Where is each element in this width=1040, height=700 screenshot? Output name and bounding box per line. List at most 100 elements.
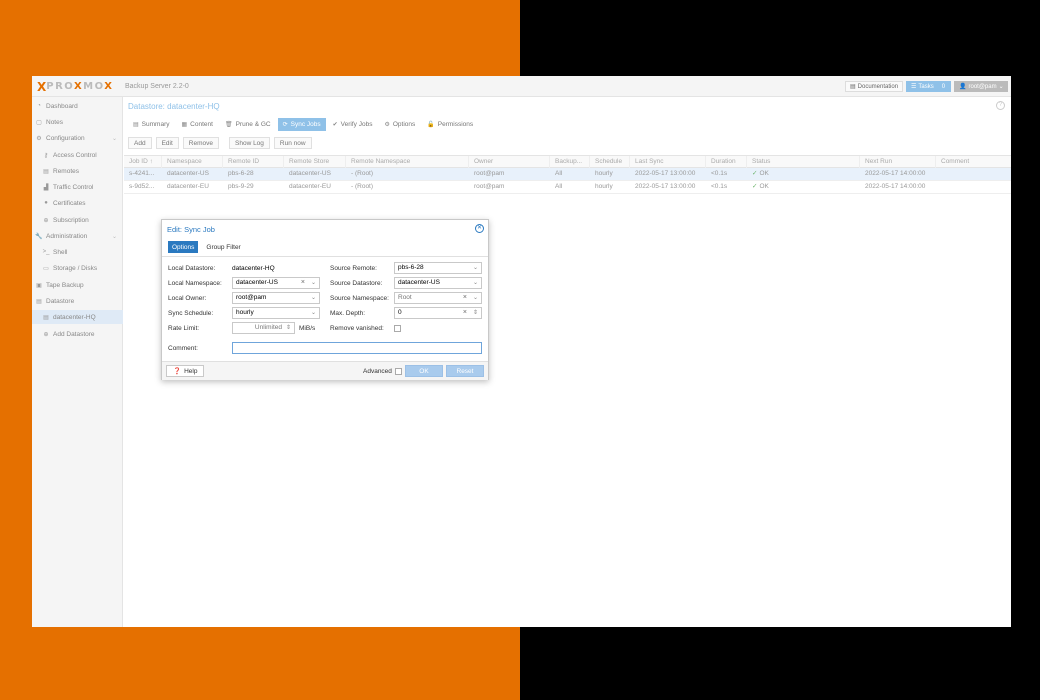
tab-options[interactable]: ⚙ Options	[379, 118, 420, 131]
tab-permissions[interactable]: 🔓 Permissions	[422, 118, 478, 131]
cell-duration: <0.1s	[711, 170, 728, 177]
reset-button[interactable]: Reset	[446, 365, 484, 377]
datastore-tabs: ▤ Summary ▦ Content 🗑 Prune & GC ⟳ Sync Jobs…	[128, 118, 478, 131]
chevron-down-icon[interactable]: ⌄	[473, 293, 478, 303]
tab-verify-jobs[interactable]: ✔ Verify Jobs	[328, 118, 378, 131]
nav-datastore[interactable]: ▤ Datastore	[32, 294, 123, 308]
nav-certificates[interactable]: ● Certificates	[32, 196, 123, 210]
cell-last-sync: 2022-05-17 13:00:00	[635, 170, 696, 177]
close-icon[interactable]: ✕	[475, 224, 484, 233]
sync-schedule-combo[interactable]: hourly ⌄	[232, 307, 320, 319]
max-depth-input[interactable]: 0 × ⇕	[394, 307, 482, 319]
chevron-down-icon[interactable]: ⌄	[473, 263, 478, 273]
refresh-icon: ⟳	[282, 122, 288, 128]
max-depth-label: Max. Depth:	[330, 310, 366, 317]
dialog-tab-group-filter[interactable]: Group Filter	[202, 241, 244, 253]
tab-content[interactable]: ▦ Content	[176, 118, 217, 131]
nav-shell[interactable]: >_ Shell	[32, 245, 123, 259]
nav-add-datastore[interactable]: ⊕ Add Datastore	[32, 327, 123, 341]
hdd-icon: ▭	[43, 265, 49, 272]
local-owner-combo[interactable]: root@pam ⌄	[232, 292, 320, 304]
nav-datastore-datacenter-hq[interactable]: ▤ datacenter-HQ	[32, 310, 123, 324]
chevron-down-icon[interactable]: ⌄	[311, 308, 316, 318]
gear-icon: ⚙	[384, 122, 390, 128]
nav-subscription[interactable]: ⊕ Subscription	[32, 213, 123, 227]
edit-button[interactable]: Edit	[155, 137, 179, 149]
help-button[interactable]: ❓ Help	[166, 365, 205, 377]
clear-icon[interactable]: ×	[463, 308, 467, 318]
nav-traffic-control[interactable]: ▟ Traffic Control	[32, 180, 123, 194]
user-menu-button[interactable]: 👤 root@pam ⌄	[954, 81, 1008, 92]
tasks-button[interactable]: ☰ Tasks 0	[906, 81, 951, 92]
wrench-icon: 🔧	[35, 233, 43, 240]
table-row[interactable]: s-4241... datacenter-US pbs-6-28 datacen…	[124, 168, 1011, 181]
list-icon: ☰	[911, 84, 917, 90]
cell-owner: root@pam	[474, 183, 505, 190]
tab-sync-jobs[interactable]: ⟳ Sync Jobs	[277, 118, 326, 131]
cell-remote-namespace: - (Root)	[351, 183, 374, 190]
notes-icon: ▢	[36, 119, 42, 126]
help-icon[interactable]: ?	[996, 101, 1005, 110]
chevron-down-icon[interactable]: ⌄	[112, 233, 117, 240]
table-row[interactable]: s-9d52... datacenter-EU pbs-9-29 datacen…	[124, 181, 1011, 194]
rate-limit-input[interactable]: Unlimited ⇕	[232, 322, 295, 334]
clear-icon[interactable]: ×	[301, 278, 305, 288]
nav-dashboard[interactable]: ◔ Dashboard	[32, 99, 123, 113]
add-button[interactable]: Add	[128, 137, 152, 149]
source-remote-label: Source Remote:	[330, 265, 377, 272]
nav-notes[interactable]: ▢ Notes	[32, 115, 123, 129]
nav-administration[interactable]: 🔧 Administration ⌄	[32, 229, 123, 243]
advanced-checkbox[interactable]	[395, 368, 402, 375]
cell-remote-store: datacenter-EU	[289, 183, 331, 190]
nav-storage-disks[interactable]: ▭ Storage / Disks	[32, 261, 123, 275]
clear-icon[interactable]: ×	[463, 293, 467, 303]
dialog-title: Edit: Sync Job	[167, 225, 215, 234]
cell-remote-store: datacenter-US	[289, 170, 331, 177]
spinner-icon[interactable]: ⇕	[286, 323, 291, 333]
grid-toolbar: Add Edit Remove Show Log Run now	[128, 137, 312, 149]
nav-remotes[interactable]: ▤ Remotes	[32, 164, 123, 178]
comment-input[interactable]	[232, 342, 482, 354]
nav-access-control[interactable]: ⚷ Access Control	[32, 148, 123, 162]
tab-prune-gc[interactable]: 🗑 Prune & GC	[220, 118, 276, 131]
run-now-button[interactable]: Run now	[273, 137, 312, 149]
tab-summary[interactable]: ▤ Summary	[128, 118, 174, 131]
source-namespace-combo[interactable]: Root × ⌄	[394, 292, 482, 304]
source-datastore-combo[interactable]: datacenter-US ⌄	[394, 277, 482, 289]
chevron-down-icon[interactable]: ⌄	[473, 278, 478, 288]
check-icon: ✓	[752, 170, 758, 177]
chevron-down-icon[interactable]: ⌄	[311, 293, 316, 303]
spinner-icon[interactable]: ⇕	[473, 308, 478, 318]
local-namespace-label: Local Namespace:	[168, 280, 222, 287]
cell-comment	[936, 168, 1011, 181]
nav-tape-backup[interactable]: ▣ Tape Backup	[32, 278, 123, 292]
dialog-divider	[162, 256, 488, 257]
remove-button[interactable]: Remove	[182, 137, 219, 149]
chevron-down-icon[interactable]: ⌄	[311, 278, 316, 288]
browser-screen: X PROXMOX Backup Server 2.2-0 ▤ Document…	[32, 76, 1011, 627]
dialog-tabs: Options Group Filter	[168, 241, 245, 253]
top-bar: X PROXMOX Backup Server 2.2-0 ▤ Document…	[32, 76, 1011, 97]
key-icon: ⚷	[43, 152, 49, 159]
dialog-tab-options[interactable]: Options	[168, 241, 199, 253]
cell-job-id: s-4241...	[129, 170, 155, 177]
cell-status: ✓ OK	[752, 170, 769, 177]
logo-x-mark: X	[37, 79, 47, 94]
book-icon: ▤	[850, 84, 856, 90]
database-icon: ▤	[36, 298, 42, 305]
local-namespace-combo[interactable]: datacenter-US × ⌄	[232, 277, 320, 289]
sync-schedule-label: Sync Schedule:	[168, 310, 214, 317]
tasks-count-badge: 0	[941, 83, 946, 90]
tape-icon: ▣	[36, 282, 42, 289]
ok-button[interactable]: OK	[405, 365, 443, 377]
nav-configuration[interactable]: ⚙ Configuration ⌄	[32, 131, 123, 145]
cell-backup-groups: All	[555, 170, 563, 177]
documentation-button[interactable]: ▤ Documentation	[845, 81, 903, 92]
cell-duration: <0.1s	[711, 183, 728, 190]
chevron-down-icon[interactable]: ⌄	[112, 135, 117, 142]
cell-namespace: datacenter-EU	[167, 183, 209, 190]
source-remote-combo[interactable]: pbs-6-28 ⌄	[394, 262, 482, 274]
remove-vanished-checkbox[interactable]	[394, 325, 401, 332]
cell-next-run: 2022-05-17 14:00:00	[865, 183, 926, 190]
show-log-button[interactable]: Show Log	[229, 137, 270, 149]
